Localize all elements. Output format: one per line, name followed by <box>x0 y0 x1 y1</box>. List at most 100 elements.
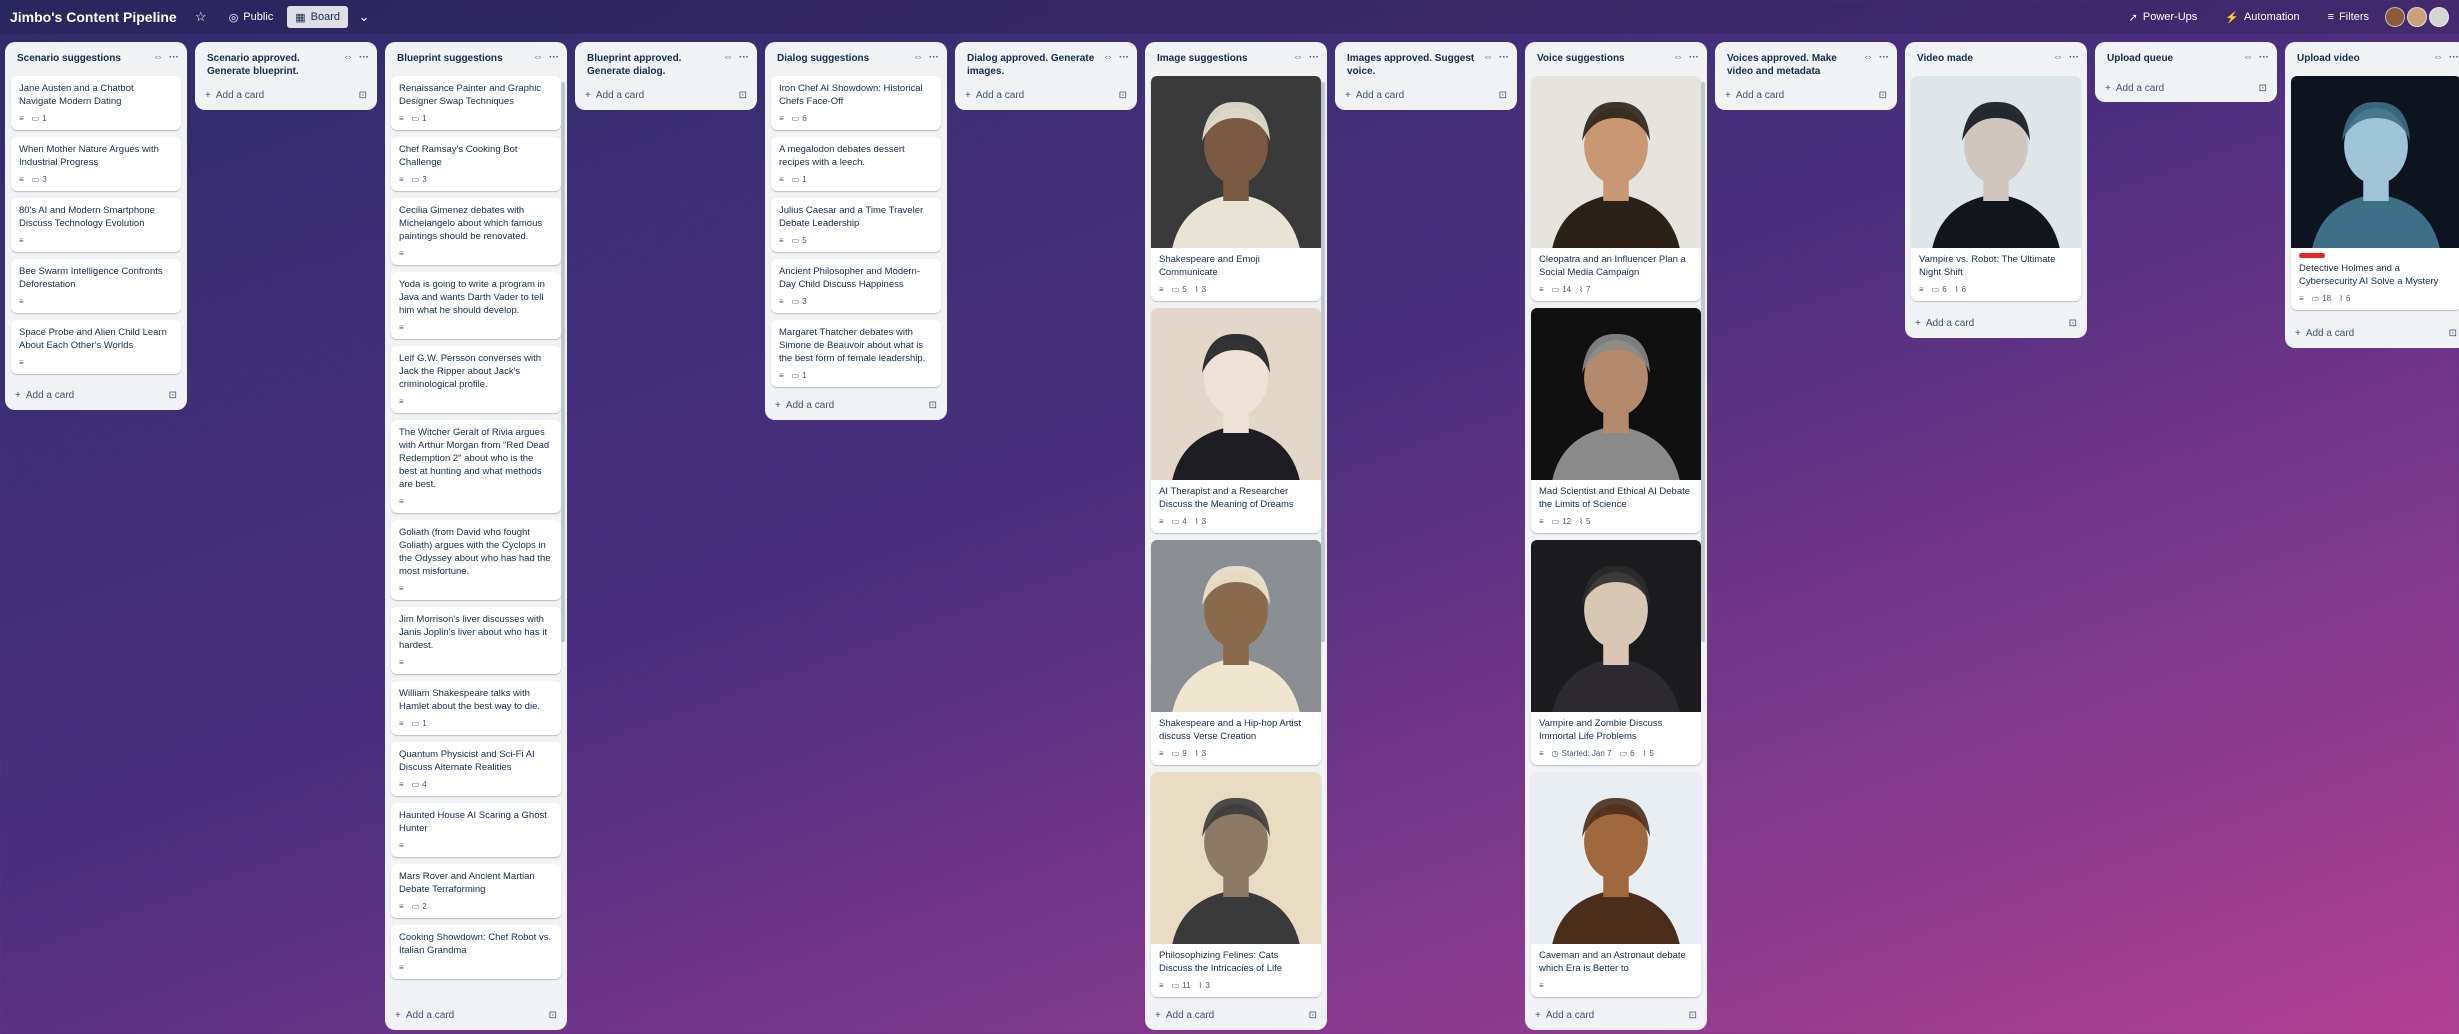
add-card-button[interactable]: + Add a card <box>965 90 1024 101</box>
list-title[interactable]: Dialog suggestions <box>777 52 913 65</box>
template-icon[interactable]: ⊡ <box>169 390 177 401</box>
template-icon[interactable]: ⊡ <box>2259 83 2267 94</box>
filters-button[interactable]: ≡ Filters <box>2320 6 2377 28</box>
star-icon[interactable]: ☆ <box>191 7 211 27</box>
collapse-icon[interactable]: ⇔ <box>2243 52 2253 63</box>
more-icon[interactable]: ··· <box>1499 52 1509 63</box>
card[interactable]: Cleopatra and an Influencer Plan a Socia… <box>1531 76 1701 301</box>
more-icon[interactable]: ··· <box>169 52 179 63</box>
more-icon[interactable]: ··· <box>739 52 749 63</box>
add-card-button[interactable]: + Add a card <box>2105 83 2164 94</box>
list-title[interactable]: Blueprint suggestions <box>397 52 533 65</box>
add-card-button[interactable]: + Add a card <box>1535 1010 1594 1021</box>
card[interactable]: Shakespeare and Emoji Communicate ≡ ▭ 5 ⌇ 3 <box>1151 76 1321 301</box>
card[interactable]: Leif G.W. Persson converses with Jack th… <box>391 346 561 413</box>
avatar[interactable] <box>2407 7 2427 27</box>
card[interactable]: Ancient Philosopher and Modern-Day Child… <box>771 259 941 313</box>
add-card-button[interactable]: + Add a card <box>2295 328 2354 339</box>
list-title[interactable]: Image suggestions <box>1157 52 1293 65</box>
card[interactable]: Quantum Physicist and Sci-Fi AI Discuss … <box>391 742 561 796</box>
add-card-button[interactable]: + Add a card <box>205 90 264 101</box>
card[interactable]: Iron Chef AI Showdown: Historical Chefs … <box>771 76 941 130</box>
card[interactable]: Cecilia Gimenez debates with Michelangel… <box>391 198 561 265</box>
card[interactable]: William Shakespeare talks with Hamlet ab… <box>391 681 561 735</box>
more-icon[interactable]: ··· <box>1879 52 1889 63</box>
list-title[interactable]: Blueprint approved. Generate dialog. <box>587 52 723 78</box>
card[interactable]: Julius Caesar and a Time Traveler Debate… <box>771 198 941 252</box>
list-scrollbar[interactable] <box>1701 82 1705 642</box>
add-card-button[interactable]: + Add a card <box>395 1010 454 1021</box>
template-icon[interactable]: ⊡ <box>929 400 937 411</box>
card[interactable]: Chef Ramsay's Cooking Bot Challenge ≡ ▭ 3 <box>391 137 561 191</box>
collapse-icon[interactable]: ⇔ <box>1673 52 1683 63</box>
list-title[interactable]: Upload queue <box>2107 52 2243 65</box>
template-icon[interactable]: ⊡ <box>2449 328 2457 339</box>
card[interactable]: Caveman and an Astronaut debate which Er… <box>1531 772 1701 997</box>
template-icon[interactable]: ⊡ <box>359 90 367 101</box>
template-icon[interactable]: ⊡ <box>1309 1010 1317 1021</box>
list-title[interactable]: Video made <box>1917 52 2053 65</box>
card[interactable]: Haunted House AI Scaring a Ghost Hunter ≡ <box>391 803 561 857</box>
chevron-down-icon[interactable]: ⌄ <box>354 7 374 27</box>
add-card-button[interactable]: + Add a card <box>1725 90 1784 101</box>
more-icon[interactable]: ··· <box>2449 52 2459 63</box>
automation-button[interactable]: ⚡ Automation <box>2217 6 2307 28</box>
avatar[interactable] <box>2429 7 2449 27</box>
more-icon[interactable]: ··· <box>1309 52 1319 63</box>
more-icon[interactable]: ··· <box>549 52 559 63</box>
more-icon[interactable]: ··· <box>2259 52 2269 63</box>
more-icon[interactable]: ··· <box>1689 52 1699 63</box>
more-icon[interactable]: ··· <box>359 52 369 63</box>
card[interactable]: A megalodon debates dessert recipes with… <box>771 137 941 191</box>
collapse-icon[interactable]: ⇔ <box>913 52 923 63</box>
collapse-icon[interactable]: ⇔ <box>2433 52 2443 63</box>
card[interactable]: Space Probe and Alien Child Learn About … <box>11 320 181 374</box>
more-icon[interactable]: ··· <box>929 52 939 63</box>
powerups-button[interactable]: ➚ Power-Ups <box>2121 6 2206 28</box>
card[interactable]: Cooking Showdown: Chef Robot vs. Italian… <box>391 925 561 979</box>
visibility-button[interactable]: ◎ Public <box>221 6 282 28</box>
board-title[interactable]: Jimbo's Content Pipeline <box>10 9 177 25</box>
list-title[interactable]: Upload video <box>2297 52 2433 65</box>
card[interactable]: Detective Holmes and a Cybersecurity AI … <box>2291 76 2459 310</box>
card[interactable]: Vampire vs. Robot: The Ultimate Night Sh… <box>1911 76 2081 301</box>
card[interactable]: Shakespeare and a Hip-hop Artist discuss… <box>1151 540 1321 765</box>
card[interactable]: Bee Swarm Intelligence Confronts Defores… <box>11 259 181 313</box>
list-title[interactable]: Voices approved. Make video and metadata <box>1727 52 1863 78</box>
list-title[interactable]: Scenario suggestions <box>17 52 153 65</box>
card[interactable]: AI Therapist and a Researcher Discuss th… <box>1151 308 1321 533</box>
add-card-button[interactable]: + Add a card <box>585 90 644 101</box>
list-scrollbar[interactable] <box>561 82 565 642</box>
more-icon[interactable]: ··· <box>1119 52 1129 63</box>
template-icon[interactable]: ⊡ <box>739 90 747 101</box>
collapse-icon[interactable]: ⇔ <box>1483 52 1493 63</box>
collapse-icon[interactable]: ⇔ <box>1103 52 1113 63</box>
add-card-button[interactable]: + Add a card <box>1345 90 1404 101</box>
template-icon[interactable]: ⊡ <box>2069 318 2077 329</box>
list-title[interactable]: Scenario approved. Generate blueprint. <box>207 52 343 78</box>
collapse-icon[interactable]: ⇔ <box>2053 52 2063 63</box>
card[interactable]: Mad Scientist and Ethical AI Debate the … <box>1531 308 1701 533</box>
template-icon[interactable]: ⊡ <box>1499 90 1507 101</box>
template-icon[interactable]: ⊡ <box>1119 90 1127 101</box>
card[interactable]: 80's AI and Modern Smartphone Discuss Te… <box>11 198 181 252</box>
collapse-icon[interactable]: ⇔ <box>1293 52 1303 63</box>
card[interactable]: Goliath (from David who fought Goliath) … <box>391 520 561 600</box>
add-card-button[interactable]: + Add a card <box>15 390 74 401</box>
collapse-icon[interactable]: ⇔ <box>1863 52 1873 63</box>
card[interactable]: Yoda is going to write a program in Java… <box>391 272 561 339</box>
collapse-icon[interactable]: ⇔ <box>723 52 733 63</box>
template-icon[interactable]: ⊡ <box>549 1010 557 1021</box>
card[interactable]: The Witcher Geralt of Rivia argues with … <box>391 420 561 513</box>
more-icon[interactable]: ··· <box>2069 52 2079 63</box>
list-title[interactable]: Images approved. Suggest voice. <box>1347 52 1483 78</box>
card[interactable]: Margaret Thatcher debates with Simone de… <box>771 320 941 387</box>
add-card-button[interactable]: + Add a card <box>775 400 834 411</box>
card[interactable]: Vampire and Zombie Discuss Immortal Life… <box>1531 540 1701 765</box>
list-scrollbar[interactable] <box>1321 82 1325 642</box>
card[interactable]: Jane Austen and a Chatbot Navigate Moder… <box>11 76 181 130</box>
collapse-icon[interactable]: ⇔ <box>153 52 163 63</box>
card[interactable]: Philosophizing Felines: Cats Discuss the… <box>1151 772 1321 997</box>
add-card-button[interactable]: + Add a card <box>1155 1010 1214 1021</box>
card[interactable]: Renaissance Painter and Graphic Designer… <box>391 76 561 130</box>
